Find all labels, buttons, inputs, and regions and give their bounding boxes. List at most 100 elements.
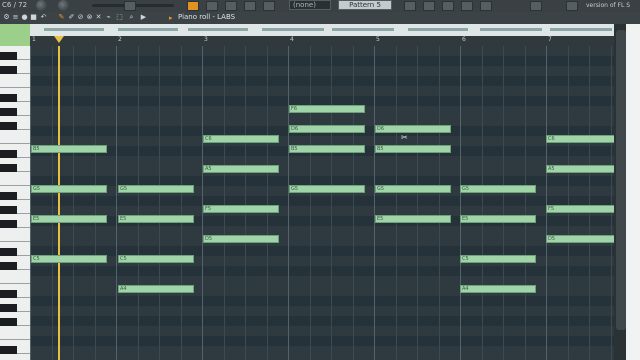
grid-line	[138, 46, 139, 360]
white-key[interactable]	[0, 172, 30, 186]
slip-icon[interactable]: ✕	[95, 14, 102, 21]
white-key[interactable]	[0, 326, 30, 340]
play-icon[interactable]: ▶	[140, 14, 147, 21]
midi-note[interactable]: C6	[203, 135, 279, 143]
pattern-name-field[interactable]: Pattern 5	[338, 0, 392, 10]
black-key[interactable]	[0, 262, 17, 270]
wrench-icon[interactable]: ⚙	[3, 14, 10, 21]
midi-note[interactable]: D6	[375, 125, 451, 133]
slice-icon[interactable]: ⌁	[105, 14, 112, 21]
midi-note[interactable]: D5	[546, 235, 614, 243]
midi-note[interactable]: G5	[460, 185, 536, 193]
black-key[interactable]	[0, 220, 17, 228]
black-key[interactable]	[0, 346, 17, 354]
typing-keyboard-icon[interactable]	[263, 1, 275, 11]
piano-roll-icon[interactable]	[423, 1, 435, 11]
sliders-icon[interactable]: ≡	[12, 14, 19, 21]
midi-note[interactable]: E5	[118, 215, 194, 223]
record-mode-icon[interactable]	[187, 1, 199, 11]
white-key[interactable]	[0, 130, 30, 144]
midi-note[interactable]: B5	[375, 145, 451, 153]
midi-note[interactable]: D5	[203, 235, 279, 243]
black-key[interactable]	[0, 248, 17, 256]
black-key[interactable]	[0, 122, 17, 130]
black-key[interactable]	[0, 52, 17, 60]
select-icon[interactable]: ⬚	[116, 14, 123, 21]
bar-number: 1	[32, 36, 36, 43]
midi-note[interactable]: A4	[460, 285, 536, 293]
stop-icon[interactable]: ■	[30, 14, 37, 21]
undo-history-icon[interactable]	[206, 1, 218, 11]
black-key[interactable]	[0, 164, 17, 172]
midi-note[interactable]: A5	[546, 165, 614, 173]
black-key[interactable]	[0, 108, 17, 116]
midi-note[interactable]: C5	[31, 255, 107, 263]
midi-note[interactable]: F5	[546, 205, 614, 213]
grid-line	[611, 46, 612, 360]
vertical-scrollbar-thumb[interactable]	[616, 30, 626, 330]
pattern-selector[interactable]: (none)	[289, 0, 331, 10]
snap-icon[interactable]	[124, 1, 136, 11]
midi-note[interactable]: A5	[203, 165, 279, 173]
midi-note[interactable]: F6	[289, 105, 365, 113]
white-key[interactable]	[0, 270, 30, 284]
overview-segment	[550, 28, 612, 31]
help-icon[interactable]	[566, 1, 578, 11]
midi-note[interactable]: G5	[31, 185, 107, 193]
black-key[interactable]	[0, 206, 17, 214]
grid-line	[482, 46, 483, 360]
channel-rack-icon[interactable]	[442, 1, 454, 11]
black-key[interactable]	[0, 150, 17, 158]
playhead-line	[58, 46, 60, 360]
undo-icon[interactable]: ↶	[40, 14, 47, 21]
window-edge	[626, 24, 640, 360]
white-key[interactable]	[0, 74, 30, 88]
grid-line	[568, 46, 569, 360]
brush-icon[interactable]: ✐	[68, 14, 75, 21]
black-key[interactable]	[0, 318, 17, 326]
note-grid[interactable]: B5 G5 E5 C5 G5 E5 C5 A4 C6 A5 F5 D5 F6 D6 B5 G5 D6 B5 G5 E5…	[30, 46, 614, 360]
black-key[interactable]	[0, 192, 17, 200]
playhead-marker-icon[interactable]	[54, 36, 64, 43]
midi-note[interactable]: D6	[289, 125, 365, 133]
black-key[interactable]	[0, 94, 17, 102]
black-key[interactable]	[0, 304, 17, 312]
white-key[interactable]	[0, 354, 30, 360]
midi-note[interactable]: C6	[546, 135, 614, 143]
midi-note[interactable]: C5	[460, 255, 536, 263]
mute-icon[interactable]: ⊗	[86, 14, 93, 21]
master-volume-knob[interactable]	[36, 0, 47, 11]
white-key[interactable]	[0, 228, 30, 242]
redo-icon[interactable]	[225, 1, 237, 11]
midi-note[interactable]: E5	[31, 215, 107, 223]
midi-note[interactable]: E5	[375, 215, 451, 223]
version-notice: version of FL S	[586, 2, 631, 9]
playlist-icon[interactable]	[404, 1, 416, 11]
midi-note[interactable]: B5	[289, 145, 365, 153]
record-icon[interactable]: ●	[21, 14, 28, 21]
midi-note[interactable]: G5	[375, 185, 451, 193]
midi-note[interactable]: C5	[118, 255, 194, 263]
midi-note[interactable]: F5	[203, 205, 279, 213]
piano-keyboard[interactable]: C6 C5	[0, 46, 30, 360]
black-key[interactable]	[0, 290, 17, 298]
keyboard-corner-button[interactable]	[0, 24, 30, 46]
song-position-counter: C6 / 72	[2, 1, 28, 9]
browser-icon[interactable]	[480, 1, 492, 11]
grid-line	[439, 46, 440, 360]
midi-note[interactable]: G5	[289, 185, 365, 193]
delete-icon[interactable]: ⊘	[77, 14, 84, 21]
zoom-icon[interactable]: ⌕	[128, 14, 135, 21]
grid-line	[181, 46, 182, 360]
metronome-icon[interactable]	[244, 1, 256, 11]
mixer-icon[interactable]	[461, 1, 473, 11]
master-pitch-knob[interactable]	[58, 0, 69, 11]
midi-note[interactable]: E5	[460, 215, 536, 223]
midi-note[interactable]: G5	[118, 185, 194, 193]
plugin-picker-icon[interactable]	[530, 1, 542, 11]
overview-segment	[118, 28, 178, 31]
midi-note[interactable]: A4	[118, 285, 194, 293]
black-key[interactable]	[0, 66, 17, 74]
pencil-icon[interactable]: ✎	[58, 14, 65, 21]
midi-note[interactable]: B5	[31, 145, 107, 153]
